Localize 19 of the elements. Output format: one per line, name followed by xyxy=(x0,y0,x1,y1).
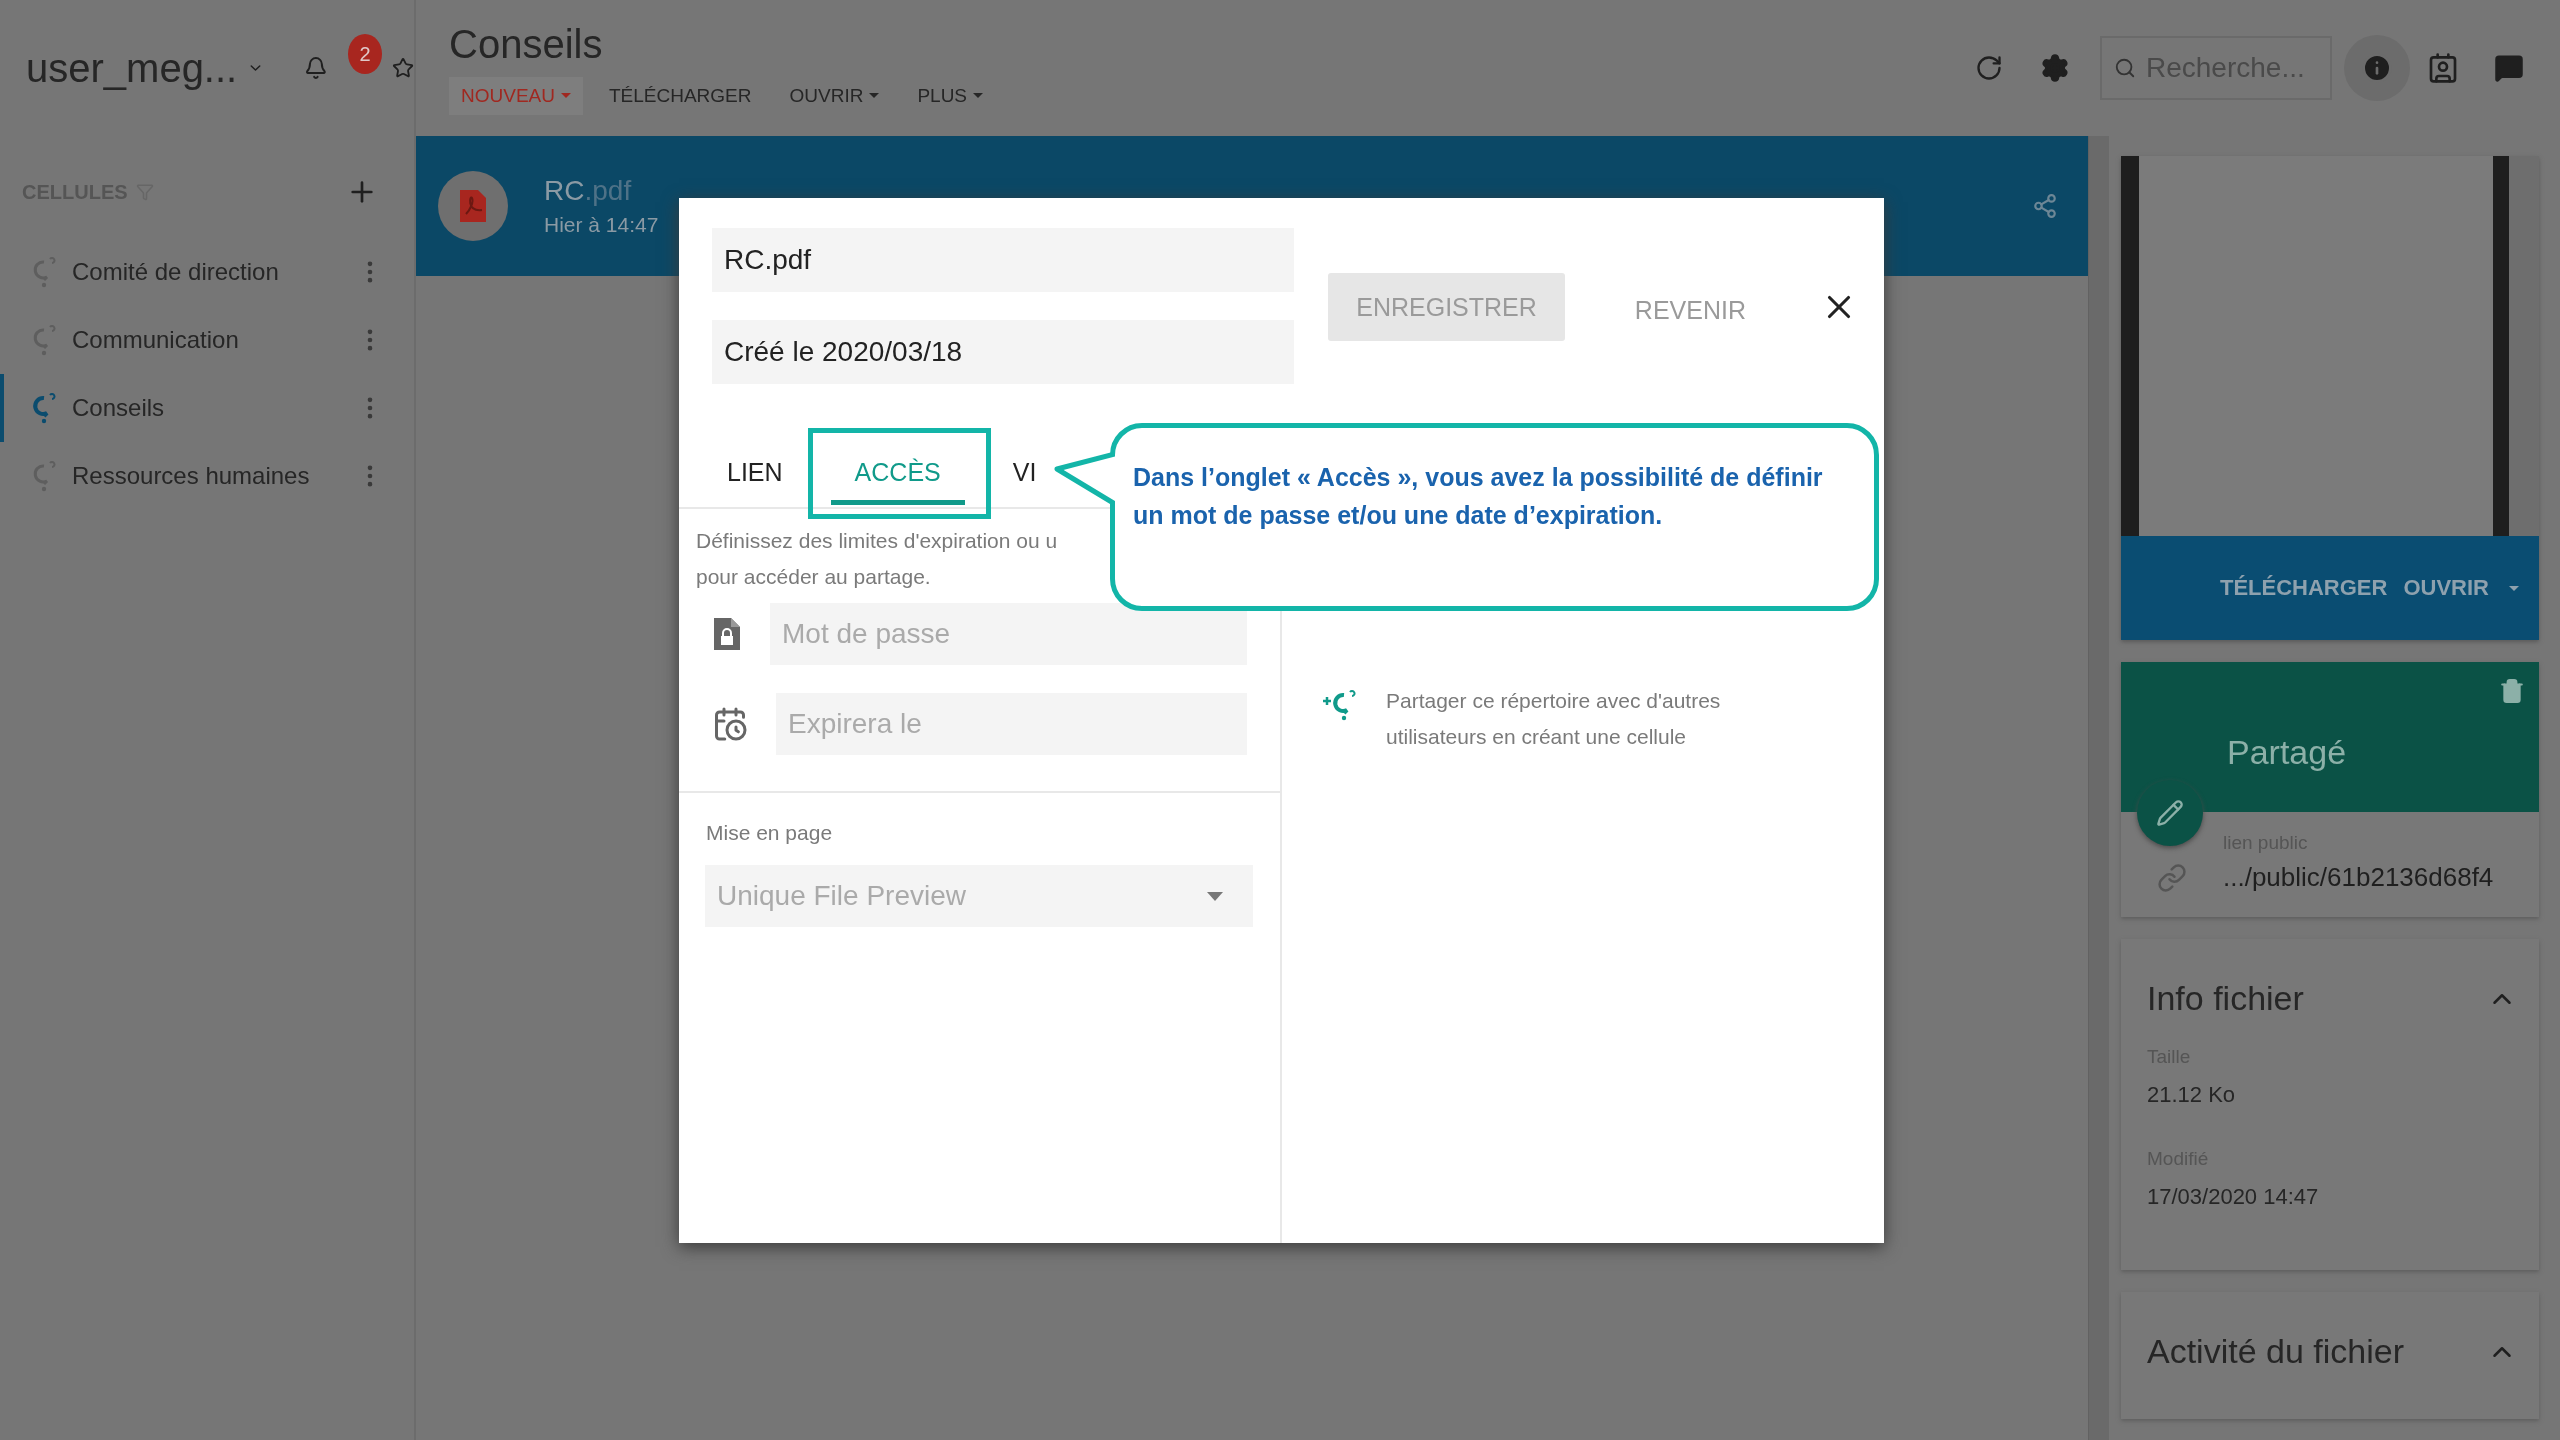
notification-badge: 2 xyxy=(347,34,382,74)
file-meta: Hier à 14:47 xyxy=(544,213,660,237)
field-value: 21.12 Ko xyxy=(2147,1082,2237,1108)
hint-text: Partager ce répertoire avec d'autres xyxy=(1386,689,1721,713)
description-text: pour accéder au partage. xyxy=(696,565,932,589)
share-title: Partagé xyxy=(2227,732,2347,772)
item-label: Comité de direction xyxy=(72,258,280,286)
hint-text: utilisateurs en créant une cellule xyxy=(1386,725,1687,749)
item-label: Communication xyxy=(72,326,240,354)
page-title: Conseils xyxy=(449,21,604,67)
file-name: RC.pdf xyxy=(544,175,633,207)
description-text: Définissez des limites d'expiration ou u xyxy=(696,529,1059,553)
item-label: Conseils xyxy=(72,394,166,422)
card-title: Activité du fichier xyxy=(2147,1332,2404,1371)
item-label: Ressources humaines xyxy=(72,462,311,490)
field-label: Mise en page xyxy=(705,820,834,845)
field-value: 17/03/2020 14:47 xyxy=(2147,1184,2320,1210)
callout: Dans l’onglet « Accès », vous avez la possibilité de définir un mot de passe et/ou une date d’expiration. xyxy=(1110,423,1879,611)
card-title: Info fichier xyxy=(2147,979,2304,1018)
